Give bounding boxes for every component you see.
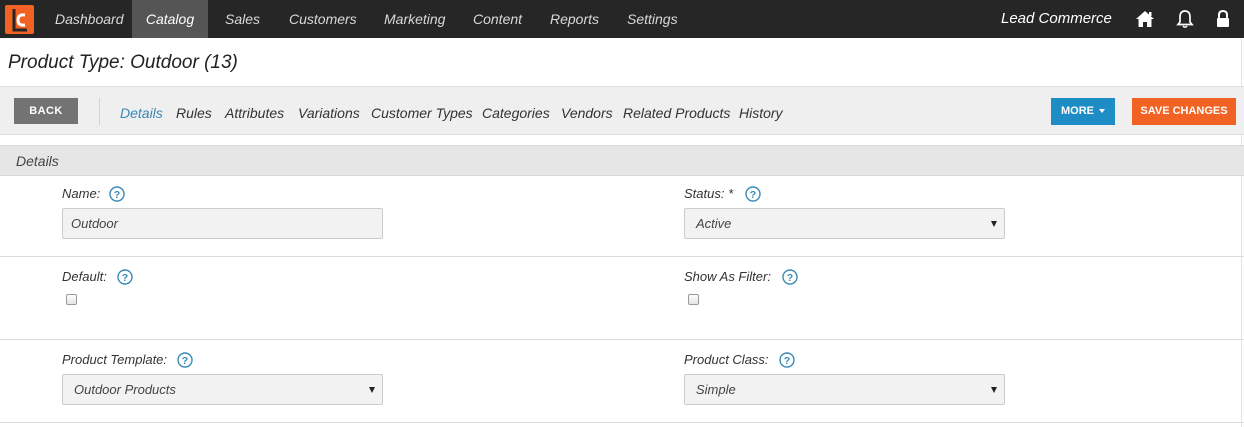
help-icon[interactable]: ? — [177, 352, 193, 368]
product-class-value: Simple — [696, 382, 736, 397]
status-select-value: Active — [696, 216, 732, 231]
home-icon[interactable] — [1135, 9, 1155, 29]
nav-item-catalog[interactable]: Catalog — [132, 0, 208, 38]
help-icon[interactable]: ? — [117, 269, 133, 285]
svg-text:?: ? — [784, 355, 790, 367]
tab-customer-types[interactable]: Customer Types — [371, 87, 473, 136]
row-divider — [0, 256, 1244, 257]
top-nav: Dashboard Catalog Sales Customers Market… — [0, 0, 1244, 38]
caret-down-icon — [1099, 109, 1105, 113]
help-icon[interactable]: ? — [109, 186, 125, 202]
nav-item-customers[interactable]: Customers — [289, 0, 357, 38]
dropdown-arrow-icon — [369, 387, 375, 393]
more-label: MORE — [1061, 105, 1094, 117]
nav-item-settings[interactable]: Settings — [627, 0, 678, 38]
toolbar-divider — [99, 98, 100, 125]
bell-icon[interactable] — [1175, 9, 1195, 29]
tab-categories[interactable]: Categories — [482, 87, 550, 136]
nav-item-sales[interactable]: Sales — [225, 0, 260, 38]
nav-item-marketing[interactable]: Marketing — [384, 0, 445, 38]
dropdown-arrow-icon — [991, 387, 997, 393]
lock-icon[interactable] — [1213, 9, 1233, 29]
tab-variations[interactable]: Variations — [298, 87, 360, 136]
product-class-select[interactable]: Simple — [684, 374, 1005, 405]
show-as-filter-checkbox[interactable] — [688, 294, 699, 305]
help-icon[interactable]: ? — [779, 352, 795, 368]
svg-text:?: ? — [750, 189, 756, 201]
save-changes-button[interactable]: SAVE CHANGES — [1132, 98, 1236, 125]
tab-rules[interactable]: Rules — [176, 87, 212, 136]
svg-text:?: ? — [114, 189, 120, 201]
product-template-label: Product Template: — [62, 352, 168, 367]
nav-item-content[interactable]: Content — [473, 0, 522, 38]
help-icon[interactable]: ? — [745, 186, 761, 202]
nav-item-reports[interactable]: Reports — [550, 0, 599, 38]
more-button[interactable]: MORE — [1051, 98, 1115, 125]
help-icon[interactable]: ? — [782, 269, 798, 285]
svg-text:?: ? — [787, 272, 793, 284]
svg-text:?: ? — [182, 355, 188, 367]
tab-related-products[interactable]: Related Products — [623, 87, 730, 136]
product-template-value: Outdoor Products — [74, 382, 176, 397]
dropdown-arrow-icon — [991, 221, 997, 227]
tab-vendors[interactable]: Vendors — [561, 87, 613, 136]
status-select[interactable]: Active — [684, 208, 1005, 239]
brand-name: Lead Commerce — [1001, 10, 1112, 27]
section-title: Details — [16, 153, 59, 169]
show-as-filter-label: Show As Filter: — [684, 269, 771, 284]
default-checkbox[interactable] — [66, 294, 77, 305]
tab-details[interactable]: Details — [120, 87, 163, 136]
page-title: Product Type: Outdoor (13) — [8, 52, 238, 73]
product-template-select[interactable]: Outdoor Products — [62, 374, 383, 405]
row-divider — [0, 339, 1244, 340]
product-class-label: Product Class: — [684, 352, 769, 367]
tab-attributes[interactable]: Attributes — [225, 87, 284, 136]
svg-text:?: ? — [122, 272, 128, 284]
back-button[interactable]: BACK — [14, 98, 78, 124]
default-label: Default: — [62, 269, 107, 284]
name-input[interactable]: Outdoor — [62, 208, 383, 239]
name-label: Name: — [62, 186, 101, 201]
row-divider — [0, 422, 1244, 423]
toolbar: BACK Details Rules Attributes Variations… — [0, 86, 1244, 135]
status-label: Status: * — [684, 186, 734, 201]
tab-history[interactable]: History — [739, 87, 783, 136]
nav-item-dashboard[interactable]: Dashboard — [41, 0, 138, 38]
details-section-header: Details — [0, 145, 1244, 176]
lead-commerce-logo[interactable] — [5, 5, 34, 34]
